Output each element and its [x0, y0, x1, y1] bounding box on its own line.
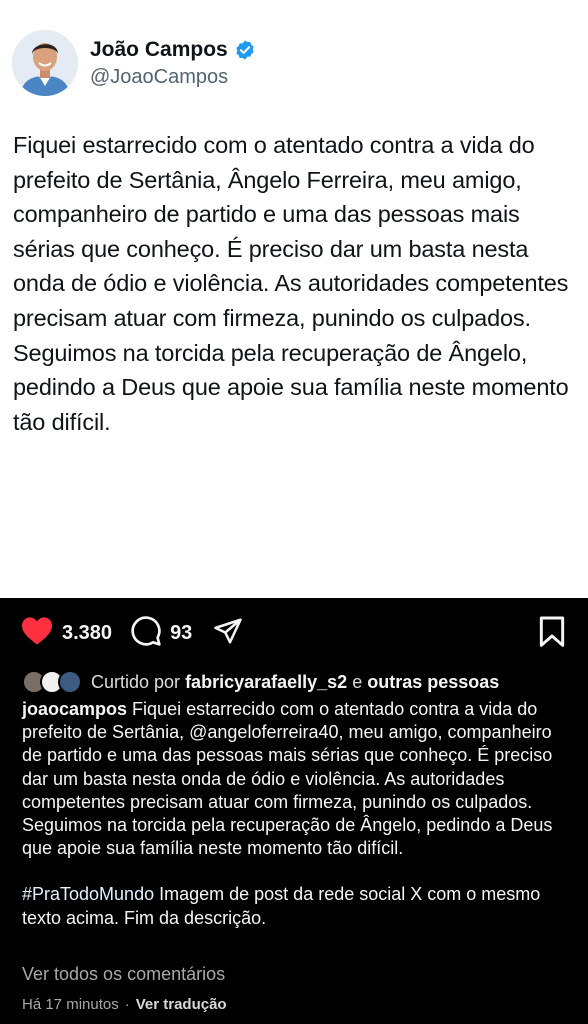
liked-by-avatars — [22, 670, 86, 694]
share-icon — [212, 616, 244, 651]
comments-count[interactable]: 93 — [170, 622, 192, 645]
tweet-card: João Campos @JoaoCampos Fiquei estarreci… — [0, 0, 588, 598]
post-meta: Há 17 minutos · Ver tradução — [22, 996, 227, 1013]
tweet-text: Fiquei estarrecido com o atentado contra… — [13, 132, 569, 435]
instagram-post-footer: 3.380 93 Curtido por fabricyarafaelly_s2… — [0, 598, 588, 1024]
caption-username[interactable]: joaocampos — [22, 699, 127, 719]
author-handle[interactable]: @JoaoCampos — [90, 66, 228, 89]
like-button[interactable]: 3.380 — [20, 616, 112, 651]
action-bar: 3.380 93 — [20, 615, 244, 652]
post-timestamp: Há 17 minutos — [22, 996, 119, 1013]
author-avatar[interactable] — [12, 30, 78, 96]
caption-alt-line: #PraTodoMundo Imagem de post da rede soc… — [22, 883, 570, 929]
post-caption: joaocampos Fiquei estarrecido com o aten… — [22, 698, 570, 930]
likes-count[interactable]: 3.380 — [62, 622, 112, 645]
liked-by-connector: e — [352, 671, 363, 692]
liked-by-row[interactable]: Curtido por fabricyarafaelly_s2 e outras… — [22, 670, 499, 694]
save-button[interactable] — [538, 616, 566, 653]
caption-text-end: , meu amigo, companheiro de partido e um… — [22, 722, 553, 859]
author-name-text: João Campos — [90, 38, 228, 61]
liked-by-prefix: Curtido por — [91, 671, 181, 692]
bookmark-icon — [538, 616, 566, 652]
comment-button[interactable]: 93 — [130, 615, 192, 652]
avatar — [58, 670, 82, 694]
author-name[interactable]: João Campos — [90, 38, 256, 62]
liked-by-user[interactable]: fabricyarafaelly_s2 — [185, 672, 347, 693]
see-translation-link[interactable]: Ver tradução — [136, 996, 227, 1013]
view-all-comments-link[interactable]: Ver todos os comentários — [22, 964, 225, 985]
caption-body: joaocampos Fiquei estarrecido com o aten… — [22, 698, 570, 860]
share-button[interactable] — [212, 616, 244, 651]
comment-icon — [130, 615, 162, 652]
caption-mention[interactable]: @angeloferreira40 — [189, 722, 338, 742]
meta-separator: · — [124, 996, 130, 1013]
liked-by-others[interactable]: outras pessoas — [367, 672, 499, 693]
verified-badge-icon — [234, 39, 256, 61]
heart-icon — [20, 616, 54, 651]
caption-hashtag[interactable]: #PraTodoMundo — [22, 884, 154, 904]
